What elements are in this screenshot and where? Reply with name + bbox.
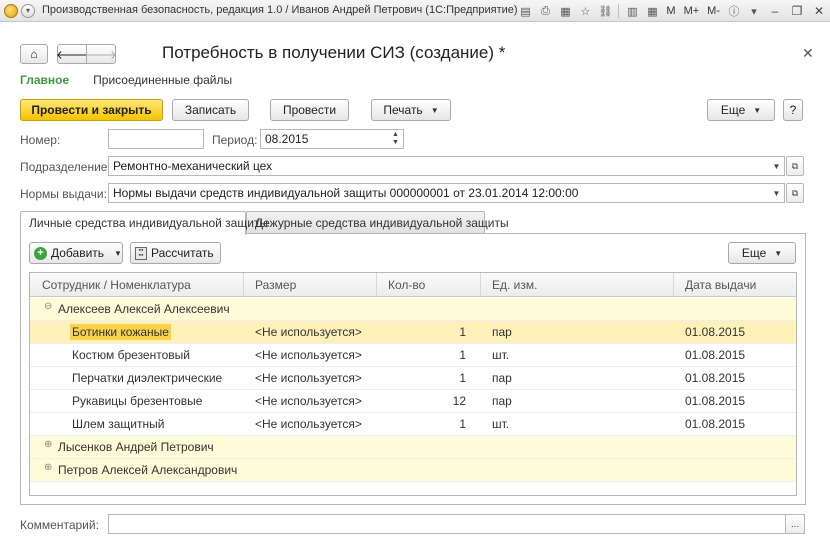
window-toolbar: ▤ ⎙ ▦ ☆ ⛓ ▥ ▦ M M+ M- ⓘ ▾ – ❐ ✕ xyxy=(515,1,830,21)
chevron-down-icon[interactable]: ▼ xyxy=(392,139,399,147)
col-employee[interactable]: Сотрудник / Номенклатура xyxy=(42,278,191,292)
open-icon: ⧉ xyxy=(791,160,799,171)
calculator-icon-tb[interactable]: ▦ xyxy=(643,2,661,20)
open-icon: ⧉ xyxy=(791,187,799,198)
col-unit[interactable]: Ед. изм. xyxy=(492,278,537,292)
table-row[interactable]: Костюм брезентовый <Не используется> 1 ш… xyxy=(30,344,796,367)
chevron-down-icon: ▼ xyxy=(114,248,122,258)
tab-personal-ppe[interactable]: Личные средства индивидуальной защиты xyxy=(20,211,268,235)
period-label: Период: xyxy=(212,133,258,147)
ppe-table[interactable]: Сотрудник / Номенклатура Размер Кол-во Е… xyxy=(29,272,797,496)
print-icon[interactable]: ⎙ xyxy=(536,2,554,20)
plus-circle-icon: + xyxy=(34,246,47,260)
save-button[interactable]: Записать xyxy=(172,99,249,121)
norms-label: Нормы выдачи: xyxy=(20,187,107,201)
home-button[interactable]: ⌂ xyxy=(20,44,48,64)
tab-attached-files[interactable]: Присоединенные файлы xyxy=(93,73,232,87)
col-size[interactable]: Размер xyxy=(255,278,296,292)
preview-icon[interactable]: ▦ xyxy=(556,2,574,20)
close-icon[interactable]: ✕ xyxy=(802,45,814,62)
document-icon[interactable]: ▤ xyxy=(516,2,534,20)
number-field[interactable] xyxy=(108,129,204,149)
norms-dropdown[interactable]: ▼ xyxy=(769,183,785,203)
tab-main[interactable]: Главное xyxy=(20,73,69,87)
favorite-star-icon[interactable]: ☆ xyxy=(576,2,594,20)
norms-open-button[interactable]: ⧉ xyxy=(786,183,804,203)
print-button[interactable]: Печать ▼ xyxy=(371,99,451,121)
col-qty[interactable]: Кол-во xyxy=(388,278,425,292)
minimize-icon[interactable]: – xyxy=(764,2,786,20)
period-field[interactable]: 08.2015 xyxy=(260,129,389,149)
expand-icon[interactable]: ⊕ xyxy=(44,440,53,450)
memory-minus-button[interactable]: M- xyxy=(704,2,723,20)
memory-plus-button[interactable]: M+ xyxy=(681,2,703,20)
group-row[interactable]: ⊕ Лысенков Андрей Петрович xyxy=(30,436,796,459)
department-dropdown[interactable]: ▼ xyxy=(769,156,785,176)
group-row[interactable]: ⊖ Алексеев Алексей Алексеевич xyxy=(30,298,796,321)
table-row[interactable]: Шлем защитный <Не используется> 1 шт. 01… xyxy=(30,413,796,436)
department-label: Подразделение: xyxy=(20,160,111,174)
maximize-icon[interactable]: ❐ xyxy=(786,2,808,20)
expand-icon[interactable]: ⊕ xyxy=(44,463,53,473)
window-titlebar: ▾ Производственная безопасность, редакци… xyxy=(0,0,830,22)
info-icon[interactable]: ⓘ xyxy=(725,2,743,20)
comment-select-button[interactable]: ... xyxy=(785,514,805,534)
norms-field[interactable]: Нормы выдачи средств индивидуальной защи… xyxy=(108,183,770,203)
home-icon: ⌂ xyxy=(30,47,38,61)
table-header: Сотрудник / Номенклатура Размер Кол-во Е… xyxy=(30,273,796,297)
number-label: Номер: xyxy=(20,133,61,147)
department-open-button[interactable]: ⧉ xyxy=(786,156,804,176)
window-title: Производственная безопасность, редакция … xyxy=(42,4,518,16)
calculator-icon: ▪▪ ▪▪ xyxy=(135,246,147,260)
table-row[interactable]: Ботинки кожаные <Не используется> 1 пар … xyxy=(30,321,796,344)
dropdown-arrow-icon[interactable]: ▾ xyxy=(745,2,763,20)
chevron-down-icon: ▼ xyxy=(430,105,439,115)
department-field[interactable]: Ремонтно-механический цех xyxy=(108,156,770,176)
comment-label: Комментарий: xyxy=(20,518,99,532)
comment-field[interactable] xyxy=(108,514,786,534)
chevron-down-icon: ▼ xyxy=(774,248,783,258)
add-button[interactable]: + Добавить ▼ xyxy=(29,242,123,264)
chevron-down-icon: ▼ xyxy=(753,105,762,115)
chevron-down-icon: ▼ xyxy=(772,161,781,171)
calculate-button[interactable]: ▪▪ ▪▪ Рассчитать xyxy=(130,242,221,264)
post-and-close-button[interactable]: Провести и закрыть xyxy=(20,99,163,121)
post-button[interactable]: Провести xyxy=(270,99,349,121)
help-button[interactable]: ? xyxy=(783,99,803,121)
period-stepper[interactable]: ▲ ▼ xyxy=(388,129,404,149)
arrow-left-icon: 🡐 xyxy=(55,47,89,62)
back-button[interactable]: 🡐 xyxy=(55,44,89,64)
page-title: Потребность в получении СИЗ (создание) * xyxy=(162,43,506,62)
chevron-up-icon[interactable]: ▲ xyxy=(392,131,399,139)
table-more-button[interactable]: Еще ▼ xyxy=(728,242,796,264)
table-row[interactable]: Рукавицы брезентовые <Не используется> 1… xyxy=(30,390,796,413)
main-menu-icon[interactable]: ▾ xyxy=(21,4,35,18)
window-close-icon[interactable]: ✕ xyxy=(808,2,830,20)
form-tabs: Главное Присоединенные файлы xyxy=(20,73,232,87)
group-row[interactable]: ⊕ Петров Алексей Александрович xyxy=(30,459,796,482)
collapse-icon[interactable]: ⊖ xyxy=(44,302,53,312)
ellipsis-icon: ... xyxy=(790,518,800,530)
memory-m-button[interactable]: M xyxy=(663,2,678,20)
arrow-right-icon: 🡒 xyxy=(84,47,118,62)
table-row[interactable]: Перчатки диэлектрические <Не используетс… xyxy=(30,367,796,390)
col-issue-date[interactable]: Дата выдачи xyxy=(685,278,756,292)
more-button[interactable]: Еще ▼ xyxy=(707,99,775,121)
app-logo-icon[interactable] xyxy=(4,4,18,18)
tab-duty-ppe[interactable]: Дежурные средства индивидуальной защиты xyxy=(246,211,509,234)
link-icon[interactable]: ⛓ xyxy=(596,2,614,20)
forward-button[interactable]: 🡒 xyxy=(84,44,118,64)
calendar-icon[interactable]: ▥ xyxy=(623,2,641,20)
chevron-down-icon: ▼ xyxy=(772,188,781,198)
